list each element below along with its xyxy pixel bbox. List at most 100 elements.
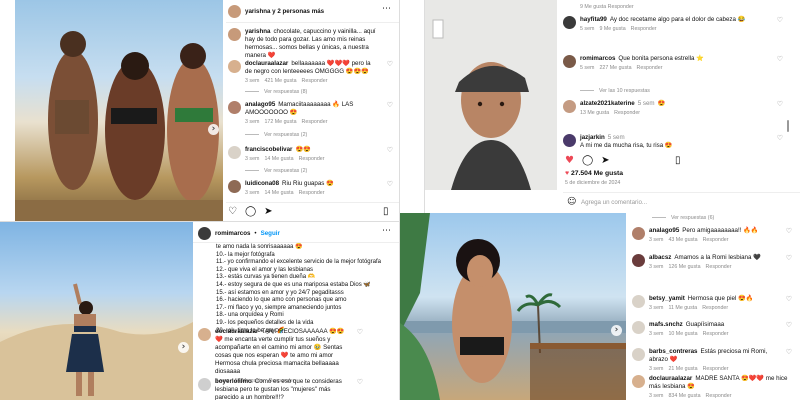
- reply-button[interactable]: Responder: [299, 156, 325, 162]
- heart-icon[interactable]: ♡: [383, 146, 393, 154]
- comment-likes[interactable]: 172 Me gusta: [264, 119, 296, 125]
- reply-button[interactable]: Responder: [299, 190, 325, 196]
- comment-likes[interactable]: 13 Me gusta: [580, 110, 609, 116]
- avatar[interactable]: [563, 100, 576, 113]
- heart-icon[interactable]: ♡: [773, 16, 783, 24]
- heart-icon[interactable]: ♡: [782, 295, 792, 303]
- reply-button[interactable]: Responder: [703, 237, 729, 243]
- emoji-icon[interactable]: ☺: [567, 197, 576, 207]
- avatar[interactable]: [228, 180, 241, 193]
- next-arrow-icon[interactable]: ›: [611, 325, 622, 336]
- view-replies[interactable]: Ver respuestas (8): [245, 89, 307, 95]
- comment-user[interactable]: jazjarkin: [580, 134, 605, 141]
- reply-button[interactable]: Responder: [703, 366, 729, 372]
- likes-count[interactable]: ♥ 27.504 Me gusta: [565, 170, 623, 177]
- avatar[interactable]: [228, 146, 241, 159]
- avatar[interactable]: [563, 55, 576, 68]
- avatar[interactable]: [563, 134, 576, 147]
- comment-likes[interactable]: 43 Me gusta: [668, 237, 697, 243]
- avatar[interactable]: [228, 101, 241, 114]
- reply-button[interactable]: Responder: [637, 65, 663, 71]
- reply-button[interactable]: Responder: [302, 78, 328, 84]
- comment-user[interactable]: romimarcos: [580, 55, 615, 62]
- heart-icon[interactable]: ♡: [228, 206, 237, 217]
- add-comment-input[interactable]: Agrega un comentario...: [581, 199, 647, 206]
- heart-icon[interactable]: ♥: [565, 155, 574, 166]
- heart-icon[interactable]: ♡: [773, 134, 783, 142]
- comment-user[interactable]: alzate2021katerine: [580, 100, 635, 107]
- reply-button[interactable]: Responder: [302, 119, 328, 125]
- comment-likes[interactable]: 421 Me gusta: [264, 78, 296, 84]
- bookmark-icon[interactable]: ▯: [675, 155, 681, 166]
- comment-likes[interactable]: 11 Me gusta: [668, 305, 697, 311]
- comment-likes[interactable]: 227 Me gusta: [599, 65, 631, 71]
- more-icon[interactable]: ⋯: [382, 4, 391, 14]
- caption-user[interactable]: yarishna: [245, 28, 270, 35]
- scrollbar[interactable]: [787, 120, 789, 132]
- avatar[interactable]: [198, 328, 211, 341]
- avatar[interactable]: [632, 321, 645, 334]
- avatar[interactable]: [632, 375, 645, 388]
- comment-likes[interactable]: 14 Me gusta: [264, 156, 293, 162]
- heart-icon[interactable]: ♡: [383, 60, 393, 68]
- comment-icon[interactable]: ◯: [245, 206, 256, 217]
- avatar[interactable]: [632, 348, 645, 361]
- comment-likes[interactable]: 14 Me gusta: [264, 190, 293, 196]
- avatar[interactable]: [228, 28, 241, 41]
- view-replies[interactable]: Ver las 10 respuestas: [580, 88, 650, 94]
- comment-likes[interactable]: 21 Me gusta: [668, 366, 697, 372]
- avatar[interactable]: [228, 5, 241, 18]
- comment-likes[interactable]: 834 Me gusta: [668, 393, 700, 399]
- header-user[interactable]: romimarcos: [215, 230, 250, 237]
- comment-user[interactable]: doclauraalazar: [649, 375, 692, 382]
- comment-likes[interactable]: 126 Me gusta: [668, 264, 700, 270]
- view-replies[interactable]: Ver respuestas (6): [652, 215, 714, 221]
- heart-icon[interactable]: ♡: [773, 55, 783, 63]
- heart-icon[interactable]: ♡: [353, 378, 363, 386]
- comment-user[interactable]: betsy_yamit: [649, 295, 685, 302]
- avatar[interactable]: [198, 227, 211, 240]
- heart-icon[interactable]: ♡: [782, 227, 792, 235]
- heart-icon[interactable]: ♡: [782, 321, 792, 329]
- reply-button[interactable]: Responder: [706, 393, 732, 399]
- comment-user[interactable]: analago95: [245, 101, 275, 108]
- view-replies[interactable]: Ver respuestas (2): [245, 168, 307, 174]
- next-arrow-icon[interactable]: ›: [178, 342, 189, 353]
- comment-user[interactable]: doclauraalazar: [245, 60, 288, 67]
- share-icon[interactable]: ➤: [264, 206, 272, 217]
- heart-icon[interactable]: ♡: [782, 348, 792, 356]
- avatar[interactable]: [632, 227, 645, 240]
- avatar[interactable]: [228, 60, 241, 73]
- avatar[interactable]: [632, 254, 645, 267]
- comment-user[interactable]: albacsz: [649, 254, 671, 261]
- heart-icon[interactable]: ♡: [383, 180, 393, 188]
- follow-button[interactable]: Seguir: [261, 230, 280, 237]
- header-users[interactable]: yarishna y 2 personas más: [245, 8, 324, 15]
- avatar[interactable]: [563, 16, 576, 29]
- reply-button[interactable]: Responder: [614, 110, 640, 116]
- heart-icon[interactable]: ♡: [383, 101, 393, 109]
- comment-user[interactable]: luidicona08: [245, 180, 279, 187]
- bookmark-icon[interactable]: ▯: [383, 206, 389, 217]
- reply-button[interactable]: Responder: [631, 26, 657, 32]
- heart-icon[interactable]: ♡: [353, 328, 363, 336]
- comment-icon[interactable]: ◯: [582, 155, 593, 166]
- view-replies[interactable]: Ver respuestas (2): [245, 132, 307, 138]
- comment-likes[interactable]: 10 Me gusta: [668, 331, 697, 337]
- avatar[interactable]: [198, 378, 211, 391]
- comment-user[interactable]: barbs_contreras: [649, 348, 698, 355]
- avatar[interactable]: [632, 295, 645, 308]
- share-icon[interactable]: ➤: [601, 155, 609, 166]
- comment-user[interactable]: analago95: [649, 227, 679, 234]
- reply-button[interactable]: Responder: [706, 264, 732, 270]
- comment-user[interactable]: doclauraalazar: [215, 328, 258, 335]
- heart-icon[interactable]: ♡: [773, 100, 783, 108]
- reply-button[interactable]: Responder: [703, 331, 729, 337]
- more-icon[interactable]: ⋯: [382, 226, 391, 236]
- comment-user[interactable]: mafs.snchz: [649, 321, 683, 328]
- comment-user[interactable]: boyerlolilmo: [215, 378, 252, 385]
- comment-user[interactable]: franciscobelivar: [245, 146, 292, 153]
- comment-user[interactable]: hayfita99: [580, 16, 607, 23]
- comment-likes[interactable]: 9 Me gusta: [599, 26, 625, 32]
- reply-button[interactable]: Responder: [702, 305, 728, 311]
